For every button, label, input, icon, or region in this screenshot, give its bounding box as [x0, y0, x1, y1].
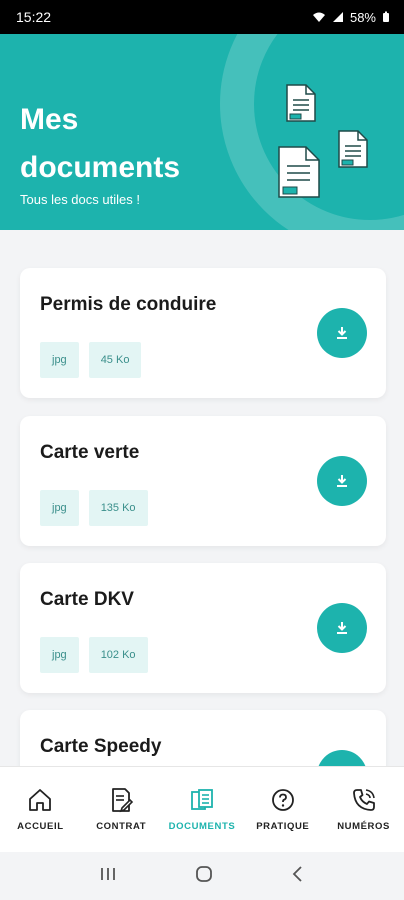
file-size-badge: 45 Ko [88, 342, 142, 378]
status-bar: 15:22 58% [0, 0, 404, 34]
documents-icon [191, 789, 213, 810]
page-title: Mes documents [20, 96, 220, 192]
page-title-line1: Mes [20, 103, 79, 136]
signal-icon [332, 11, 344, 23]
document-title: Carte Speedy [40, 736, 162, 757]
document-title: Permis de conduire [40, 294, 217, 315]
document-meta: jpg 135 Ko [40, 490, 148, 526]
download-button[interactable] [317, 308, 367, 358]
document-meta: jpg 45 Ko [40, 342, 142, 378]
download-icon [337, 622, 347, 634]
nav-label: PRATIQUE [256, 821, 310, 832]
page-subtitle: Tous les docs utiles ! [20, 192, 140, 207]
file-size-badge: 135 Ko [88, 490, 148, 526]
home-circle-icon [196, 865, 212, 882]
recent-apps-icon [101, 867, 115, 880]
battery-icon [382, 11, 390, 23]
file-format-badge: jpg [40, 490, 79, 526]
battery-level: 58% [349, 9, 376, 25]
contract-icon [112, 788, 134, 813]
document-title: Carte verte [40, 442, 140, 463]
nav-label: DOCUMENTS [168, 821, 236, 832]
documents-list[interactable]: Permis de conduire jpg 45 Ko Carte verte… [0, 230, 404, 766]
nav-item-numeros[interactable]: NUMÉROS [325, 787, 403, 832]
home-button[interactable] [195, 865, 213, 888]
nav-label: CONTRAT [96, 821, 147, 832]
home-icon [29, 789, 52, 811]
file-size-badge: 102 Ko [88, 637, 148, 673]
status-time: 15:22 [16, 9, 52, 25]
back-button[interactable] [291, 865, 305, 888]
nav-label: NUMÉROS [337, 821, 390, 832]
document-meta: jpg 102 Ko [40, 637, 148, 673]
document-card[interactable]: Carte DKV jpg 102 Ko [20, 563, 386, 693]
download-button[interactable] [317, 750, 367, 766]
download-button[interactable] [317, 456, 367, 506]
document-card[interactable]: Permis de conduire jpg 45 Ko [20, 268, 386, 398]
document-illustration-icon [278, 146, 320, 203]
document-illustration-icon [286, 84, 316, 127]
download-icon [337, 327, 347, 339]
status-icons: 58% [312, 10, 390, 25]
nav-label: ACCUEIL [17, 821, 64, 832]
page-title-line2: documents [20, 151, 181, 184]
file-format-badge: jpg [40, 637, 79, 673]
nav-item-accueil[interactable]: ACCUEIL [1, 787, 79, 832]
document-illustration-icon [338, 130, 368, 173]
document-title: Carte DKV [40, 589, 134, 610]
page-header: Mes documents Tous les docs utiles ! [0, 34, 404, 230]
file-format-badge: jpg [40, 342, 79, 378]
help-icon [271, 789, 294, 811]
phone-icon [352, 789, 375, 811]
document-card[interactable]: Carte Speedy [20, 710, 386, 766]
back-icon [292, 865, 302, 882]
nav-item-pratique[interactable]: PRATIQUE [244, 787, 322, 832]
system-navigation-bar [0, 852, 404, 900]
recent-apps-button[interactable] [99, 866, 117, 887]
nav-item-documents[interactable]: DOCUMENTS [163, 787, 241, 832]
document-card[interactable]: Carte verte jpg 135 Ko [20, 416, 386, 546]
wifi-icon [312, 11, 326, 23]
download-button[interactable] [317, 603, 367, 653]
download-icon [337, 475, 347, 487]
nav-item-contrat[interactable]: CONTRAT [82, 787, 160, 832]
bottom-navigation: ACCUEIL CONTRAT DOCUMENTS PRATIQUE NUMÉR… [0, 766, 404, 852]
